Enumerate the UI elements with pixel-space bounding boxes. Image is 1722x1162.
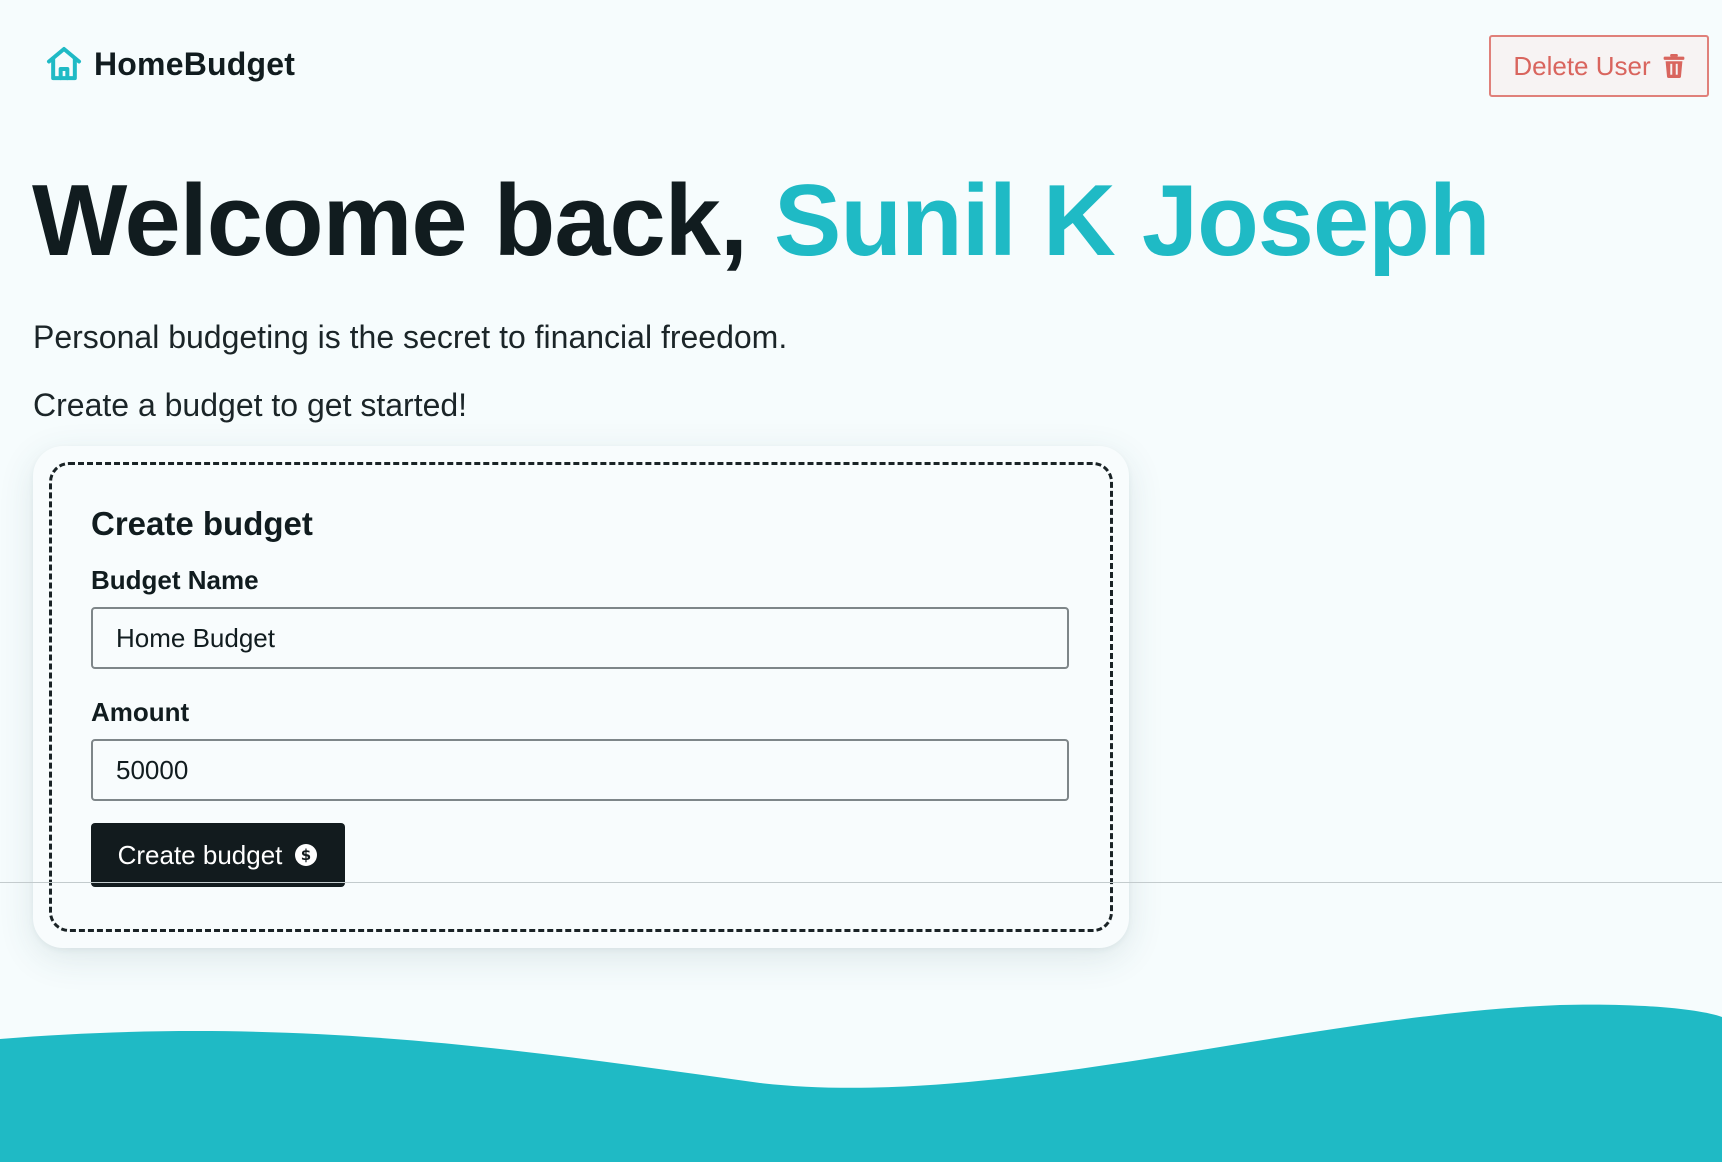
top-nav: HomeBudget Delete User	[0, 0, 1722, 140]
create-budget-label: Create budget	[117, 839, 283, 870]
footer-wave	[0, 1004, 1722, 1162]
delete-user-button[interactable]: Delete User	[1489, 35, 1709, 97]
budget-name-label: Budget Name	[91, 565, 259, 595]
trash-icon	[1663, 54, 1685, 78]
user-name: Sunil K Joseph	[773, 165, 1491, 277]
form-title: Create budget	[91, 505, 313, 542]
dollar-circle-icon: $	[295, 844, 318, 866]
cta-text: Create a budget to get started!	[33, 387, 468, 423]
delete-user-label: Delete User	[1513, 50, 1651, 81]
amount-input[interactable]	[91, 739, 1069, 801]
create-budget-card: Create budget Budget Name Amount Create …	[33, 446, 1129, 948]
house-icon	[47, 47, 81, 81]
svg-text:$: $	[301, 846, 311, 864]
divider-line	[0, 882, 1722, 883]
amount-label: Amount	[91, 697, 190, 727]
welcome-heading: Welcome back, Sunil K Joseph	[32, 165, 1491, 277]
welcome-prefix: Welcome back,	[32, 165, 748, 277]
home-link[interactable]: HomeBudget	[44, 44, 295, 84]
budget-name-input[interactable]	[91, 607, 1069, 669]
tagline: Personal budgeting is the secret to fina…	[33, 319, 788, 355]
create-budget-button[interactable]: Create budget $	[91, 823, 345, 887]
create-budget-form: Create budget Budget Name Amount Create …	[49, 462, 1113, 932]
brand-name: HomeBudget	[94, 45, 296, 82]
